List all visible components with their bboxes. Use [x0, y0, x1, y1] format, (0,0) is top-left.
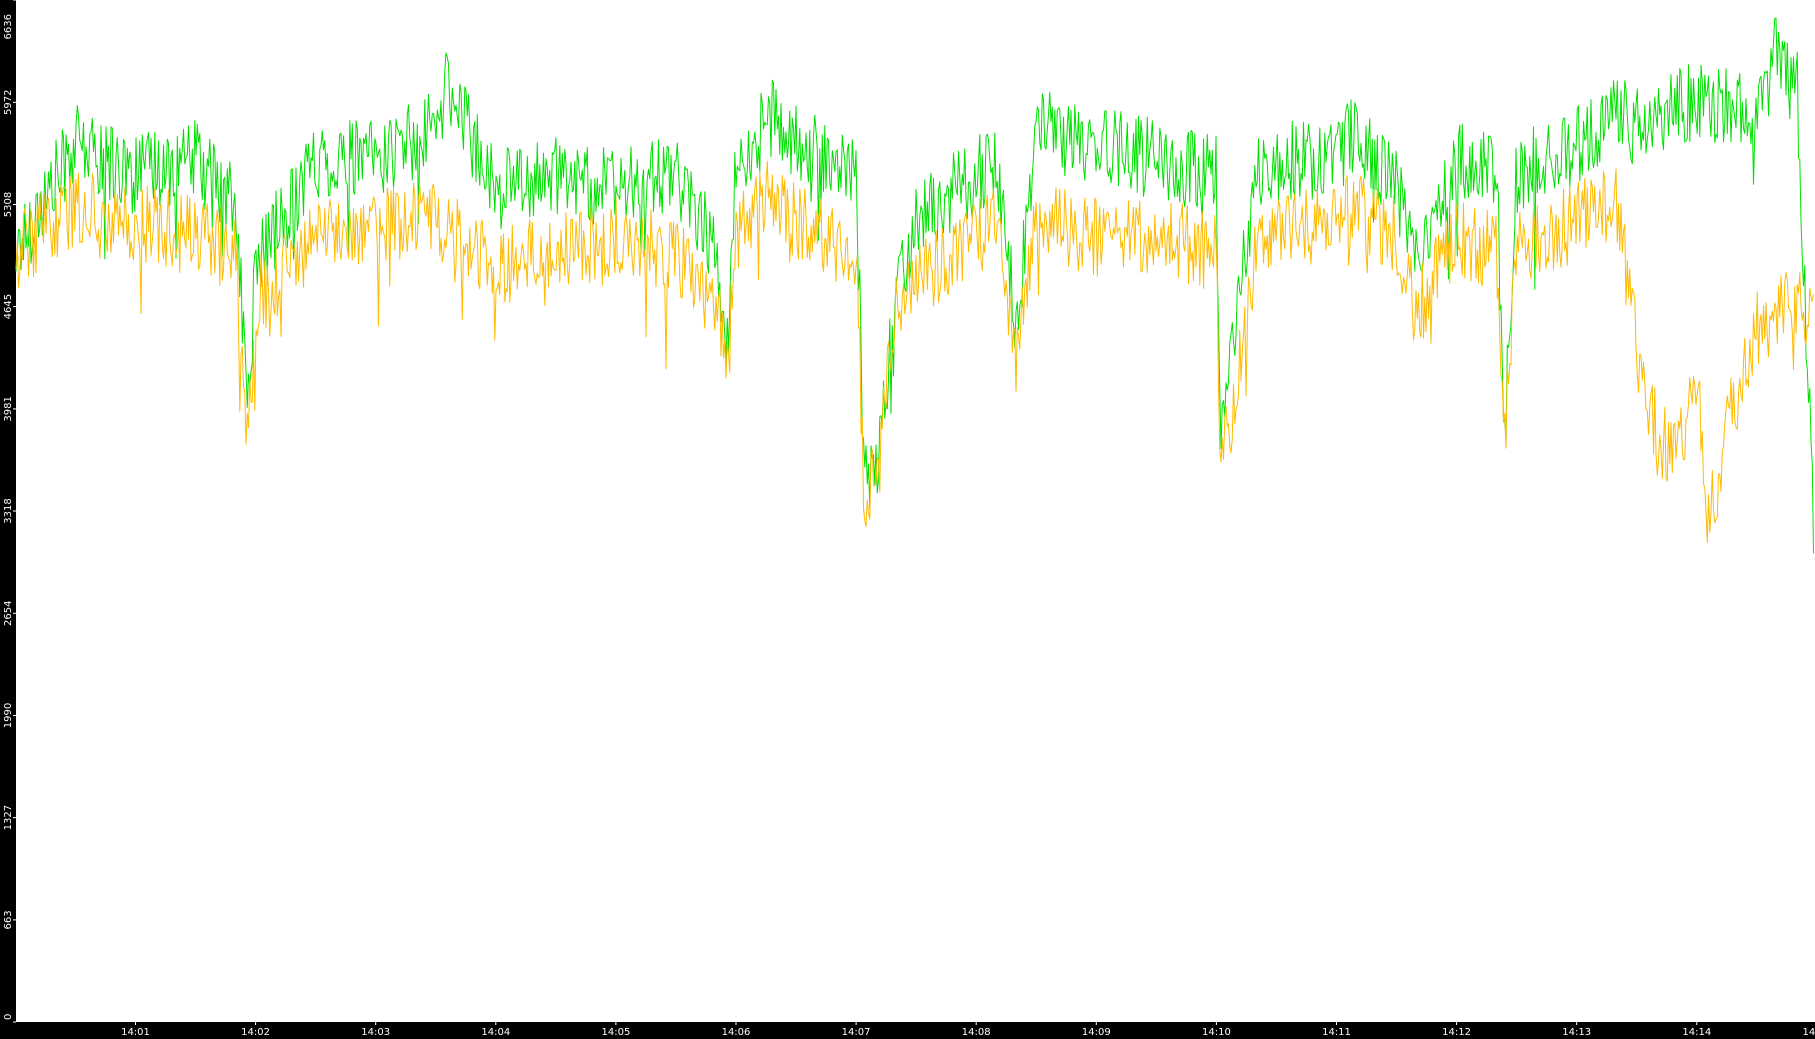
x-tick-label: 14:03	[361, 1027, 390, 1038]
x-tick-label: 14:08	[962, 1027, 991, 1038]
y-tick-label: 1327	[3, 805, 14, 830]
x-tick-label: 14:15	[1802, 1027, 1815, 1038]
y-tick-label: 6636	[3, 14, 14, 39]
plot-area	[16, 0, 1815, 1022]
x-tick-label: 14:12	[1442, 1027, 1471, 1038]
x-tick-label: 14:11	[1322, 1027, 1351, 1038]
x-tick-label: 14:04	[481, 1027, 510, 1038]
y-tick-label: 1990	[3, 703, 14, 728]
x-tick-label: 14:06	[722, 1027, 751, 1038]
line-chart: 14:01 14:02 14:03 14:04 14:05 14:06 14:07 14:08…	[0, 0, 1815, 1039]
x-tick-label: 14:09	[1082, 1027, 1111, 1038]
y-tick-label: 3318	[3, 498, 14, 523]
x-tick-label: 14:01	[121, 1027, 150, 1038]
x-tick-label: 14:10	[1202, 1027, 1231, 1038]
x-axis-band	[0, 1022, 1815, 1039]
y-tick-label: 2654	[3, 601, 14, 626]
y-tick-label: 5972	[3, 90, 14, 115]
y-tick-label: 3981	[3, 396, 14, 421]
x-tick-label: 14:13	[1562, 1027, 1591, 1038]
x-tick-label: 14:05	[601, 1027, 630, 1038]
y-tick-label: 4645	[3, 294, 14, 319]
x-tick-label: 14:14	[1682, 1027, 1711, 1038]
x-tick-label: 14:07	[842, 1027, 871, 1038]
y-tick-label: 5308	[3, 192, 14, 217]
x-tick-label: 14:02	[241, 1027, 270, 1038]
y-tick-label: 663	[3, 910, 14, 929]
y-tick-label: 0	[3, 1014, 14, 1020]
